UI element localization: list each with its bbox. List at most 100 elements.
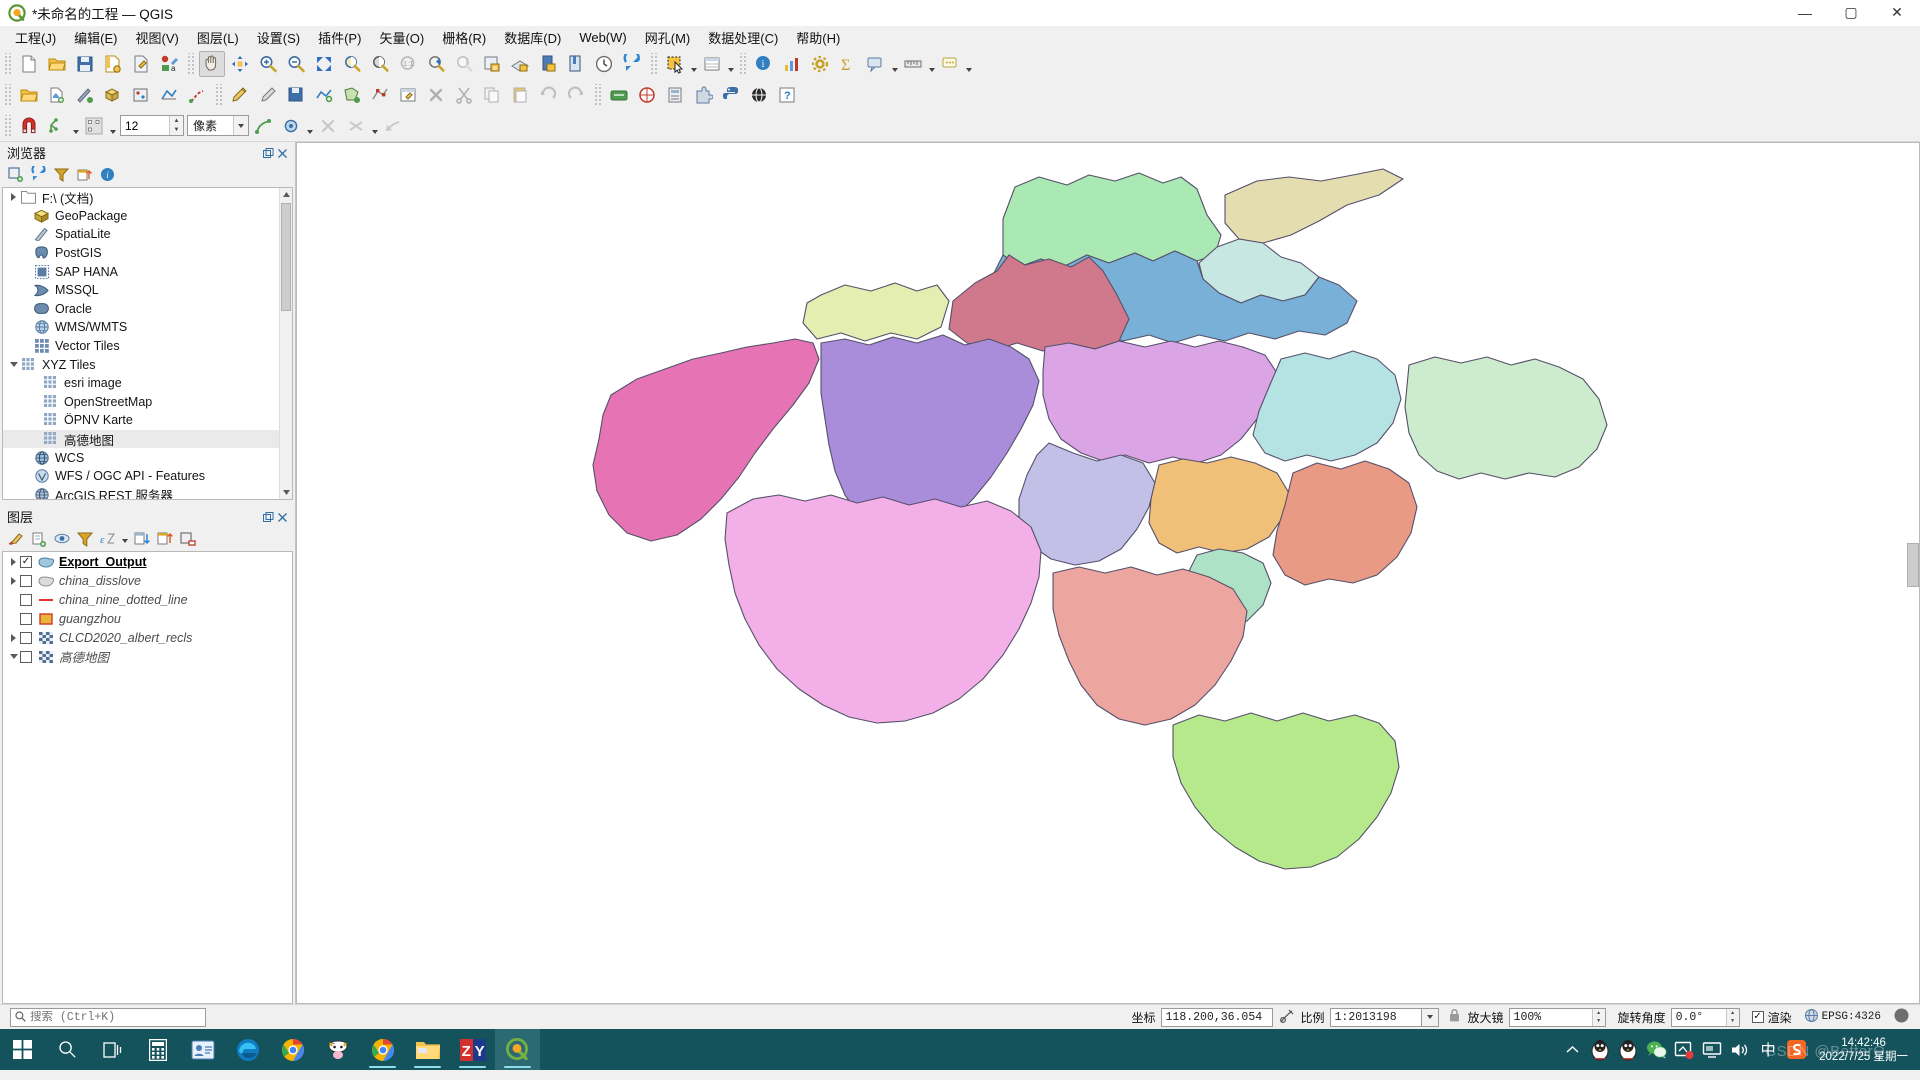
layout-manager-icon[interactable] xyxy=(563,51,589,77)
toolbar-grip[interactable] xyxy=(649,53,658,75)
collapse-all-icon[interactable] xyxy=(74,164,95,185)
map-canvas-container[interactable] xyxy=(296,142,1920,1004)
open-attribute-table-icon[interactable] xyxy=(699,51,725,77)
new-mesh-layer-icon[interactable] xyxy=(156,82,182,108)
zoom-out-icon[interactable] xyxy=(283,51,309,77)
filter-legend-icon[interactable] xyxy=(74,528,95,549)
new-shapefile-layer-icon[interactable] xyxy=(44,82,70,108)
chrome-button[interactable] xyxy=(270,1029,315,1070)
browser-item-xyz-tiles[interactable]: XYZ Tiles xyxy=(3,355,292,374)
search-input[interactable] xyxy=(30,1011,190,1024)
menu-web[interactable]: Web(W) xyxy=(570,28,635,47)
browser-item-esri-image[interactable]: esri image xyxy=(3,374,292,393)
toolbar-grip[interactable] xyxy=(3,84,12,106)
browser-item-gaode-map[interactable]: 高德地图 xyxy=(3,430,292,449)
filter-browser-icon[interactable] xyxy=(51,164,72,185)
python-console-icon[interactable] xyxy=(718,82,744,108)
browser-tree-rows[interactable]: F:\ (文档)GeoPackageSpatiaLitePostGISSAP H… xyxy=(3,188,292,499)
new-annotation-icon[interactable] xyxy=(937,51,963,77)
wechat-tray-icon[interactable] xyxy=(1643,1029,1669,1070)
messages-log-icon[interactable] xyxy=(1893,1007,1910,1027)
menu-settings[interactable]: 设置(S) xyxy=(248,26,309,49)
browser-item-opnv-karte[interactable]: ÖPNV Karte xyxy=(3,411,292,430)
redo-icon[interactable] xyxy=(563,82,589,108)
cow-app-button[interactable] xyxy=(315,1029,360,1070)
snapping-tolerance-input[interactable] xyxy=(121,116,169,135)
sogou-tray-icon[interactable] xyxy=(1783,1029,1809,1070)
metasearch-icon[interactable] xyxy=(746,82,772,108)
open-layer-styling-icon[interactable] xyxy=(5,528,26,549)
toolbar-grip[interactable] xyxy=(3,53,12,75)
region-salmon[interactable] xyxy=(1273,461,1417,585)
snapping-type-icon[interactable] xyxy=(81,113,107,139)
magnifier-steppers[interactable]: ▲▼ xyxy=(1592,1009,1605,1026)
browser-tree[interactable]: F:\ (文档)GeoPackageSpatiaLitePostGISSAP H… xyxy=(2,187,293,500)
map-vertical-scroll-thumb[interactable] xyxy=(1907,543,1919,587)
menu-vector[interactable]: 矢量(O) xyxy=(370,26,433,49)
delete-selected-icon[interactable] xyxy=(423,82,449,108)
menu-edit[interactable]: 编辑(E) xyxy=(65,26,126,49)
remove-layer-icon[interactable] xyxy=(177,528,198,549)
float-panel-icon[interactable] xyxy=(263,147,274,158)
magnifier-spinbox[interactable]: 100% ▲▼ xyxy=(1509,1008,1606,1027)
manage-layer-visibility-icon[interactable] xyxy=(51,528,72,549)
new-geopackage-layer-icon[interactable] xyxy=(100,82,126,108)
enable-tracing-icon[interactable] xyxy=(250,113,276,139)
chevron-down-icon[interactable] xyxy=(7,362,20,367)
show-hidden-icons-button[interactable] xyxy=(1559,1029,1585,1070)
delete-part-dropdown-caret[interactable] xyxy=(370,113,379,139)
region-mint[interactable] xyxy=(1405,357,1607,479)
project-properties-icon[interactable] xyxy=(128,51,154,77)
snapping-type-dropdown-caret[interactable] xyxy=(108,113,117,139)
zy-app-button[interactable]: ZY xyxy=(450,1029,495,1070)
browser-item-openstreetmap[interactable]: OpenStreetMap xyxy=(3,393,292,412)
pan-map-icon[interactable] xyxy=(199,51,225,77)
browser-item-wcs[interactable]: WCS xyxy=(3,448,292,467)
current-edits-icon[interactable] xyxy=(255,82,281,108)
snapping-magnet-icon[interactable] xyxy=(16,113,42,139)
refresh-icon[interactable] xyxy=(619,51,645,77)
browser-item-spatialite[interactable]: SpatiaLite xyxy=(3,225,292,244)
zoom-last-icon[interactable] xyxy=(423,51,449,77)
save-project-icon[interactable] xyxy=(72,51,98,77)
map-regions[interactable] xyxy=(297,143,1917,1003)
volume-tray-icon[interactable] xyxy=(1727,1029,1753,1070)
layer-visibility-checkbox[interactable] xyxy=(20,613,32,625)
toolbar-grip[interactable] xyxy=(593,84,602,106)
chevron-right-icon[interactable] xyxy=(7,558,20,566)
minimize-button[interactable]: — xyxy=(1782,0,1828,26)
file-explorer-button[interactable] xyxy=(405,1029,450,1070)
modify-attributes-icon[interactable] xyxy=(395,82,421,108)
raster-calculator-icon[interactable] xyxy=(662,82,688,108)
toolbar-grip[interactable] xyxy=(738,53,747,75)
toolbar-grip[interactable] xyxy=(186,53,195,75)
browser-item-wfs[interactable]: WFS / OGC API - Features xyxy=(3,467,292,486)
reshape-features-icon[interactable] xyxy=(380,113,406,139)
float-panel-icon[interactable] xyxy=(263,511,274,522)
menu-mesh[interactable]: 网孔(M) xyxy=(636,26,700,49)
region-north-khaki[interactable] xyxy=(1225,169,1403,243)
rotation-steppers[interactable]: ▲▼ xyxy=(1726,1009,1739,1026)
layer-item-china-disslove[interactable]: china_disslove xyxy=(3,571,292,590)
layer-visibility-checkbox[interactable] xyxy=(20,651,32,663)
browser-item-oracle[interactable]: Oracle xyxy=(3,300,292,319)
chevron-right-icon[interactable] xyxy=(7,634,20,642)
browser-item-postgis[interactable]: PostGIS xyxy=(3,244,292,263)
snapping-options-icon[interactable] xyxy=(278,113,304,139)
zoom-full-icon[interactable] xyxy=(311,51,337,77)
temporal-controller-icon[interactable] xyxy=(591,51,617,77)
add-polygon-icon[interactable] xyxy=(339,82,365,108)
browser-item-f-drive[interactable]: F:\ (文档) xyxy=(3,188,292,207)
layer-item-gaode-map[interactable]: 高德地图 xyxy=(3,647,292,666)
snapping-options-dropdown-caret[interactable] xyxy=(305,113,314,139)
qq-tray-icon[interactable] xyxy=(1587,1029,1613,1070)
chevron-down-icon[interactable] xyxy=(233,116,248,135)
select-dropdown-caret[interactable] xyxy=(689,51,698,77)
browser-item-vector-tiles[interactable]: Vector Tiles xyxy=(3,337,292,356)
snapping-units-combo[interactable]: 像素 xyxy=(187,115,249,136)
new-gpx-layer-icon[interactable] xyxy=(184,82,210,108)
menu-raster[interactable]: 栅格(R) xyxy=(433,26,495,49)
layer-item-china-nine-dotted-line[interactable]: china_nine_dotted_line xyxy=(3,590,292,609)
measure-line-icon[interactable] xyxy=(900,51,926,77)
menu-help[interactable]: 帮助(H) xyxy=(787,26,849,49)
